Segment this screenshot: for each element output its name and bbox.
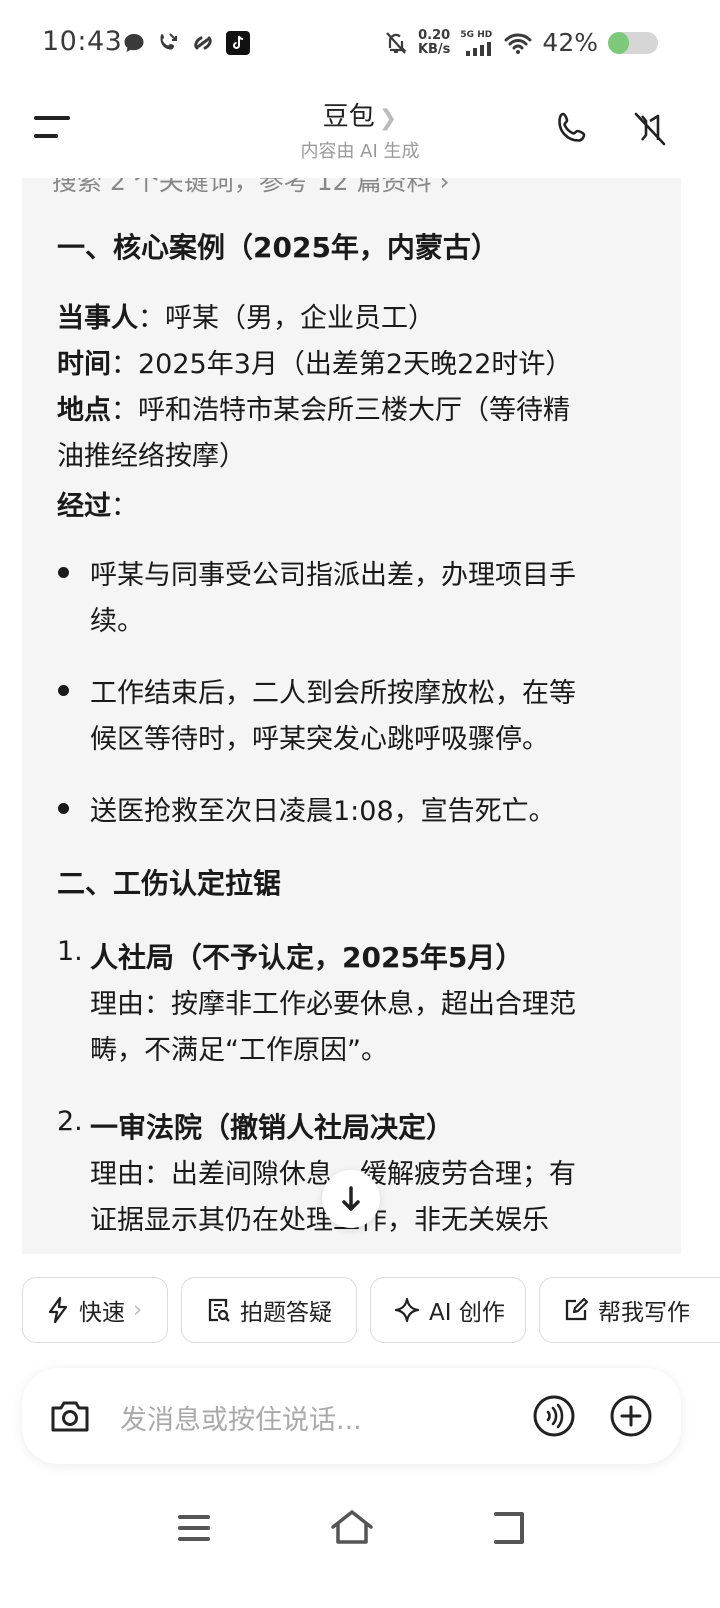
chat-header: 豆包 ❯ 内容由 AI 生成 [0, 88, 720, 178]
signal-icon [466, 41, 492, 56]
link-icon [194, 36, 212, 50]
tiktok-icon [226, 31, 250, 55]
back-icon[interactable] [488, 1510, 528, 1546]
battery-icon [608, 31, 658, 54]
item-reason-cont: 畴，不满足“工作原因”。 [90, 1035, 388, 1066]
edit-icon [565, 1297, 589, 1321]
bullet-icon [58, 803, 69, 814]
party-label: 当事人 [57, 303, 138, 334]
voice-call-icon[interactable] [532, 1394, 576, 1438]
title-text: 豆包 [322, 102, 375, 132]
camera-icon[interactable] [48, 1394, 92, 1438]
place-line-cont: 油推经络按摩） [57, 441, 246, 472]
bullet-icon [58, 567, 69, 578]
network-type: 5G HD [460, 29, 493, 40]
list-item: 送医抢救至次日凌晨1:08，宣告死亡。 [90, 796, 556, 827]
chip-label: 帮我写作 [598, 1300, 690, 1326]
chevron-right-icon: › [133, 1297, 143, 1323]
net-speed-value: 0.20 [418, 27, 451, 43]
party-line: 当事人：呼某（男，企业员工） [57, 296, 435, 335]
chip-photo-question[interactable]: 拍题答疑 [181, 1277, 357, 1343]
page-title: 豆包 ❯ [0, 96, 720, 133]
answer-card: 搜索 2 个关键词，参考 12 篇资料 › 一、核心案例（2025年，内蒙古） … [22, 178, 681, 1254]
chip-label: 拍题答疑 [240, 1300, 332, 1326]
photo-search-icon [208, 1298, 230, 1322]
message-input-bar: 发消息或按住说话... [22, 1368, 681, 1464]
mute-icon [386, 31, 407, 54]
time-line: 时间：2025年3月（出差第2天晚22时许） [57, 342, 572, 381]
party-value: ：呼某（男，企业员工） [138, 303, 435, 334]
process-line: 经过： [57, 484, 138, 523]
process-colon: ： [111, 491, 138, 522]
notification-icons [122, 31, 250, 55]
place-value: ：呼和浩特市某会所三楼大厅（等待精 [111, 395, 570, 426]
phone-icon[interactable] [552, 108, 592, 148]
list-item-cont: 候区等待时，呼某突发心跳呼吸骤停。 [90, 724, 549, 755]
list-item: 工作结束后，二人到会所按摩放松，在等 [90, 678, 576, 709]
wifi-icon [504, 33, 532, 54]
list-number: 1. [57, 936, 83, 967]
network-speed: 0.20 KB/s [417, 27, 451, 57]
search-summary[interactable]: 搜索 2 个关键词，参考 12 篇资料 › [52, 178, 449, 198]
item-title: 人社局（不予认定，2025年5月） [90, 941, 524, 974]
title-block[interactable]: 豆包 ❯ 内容由 AI 生成 [0, 96, 720, 163]
page-subtitle: 内容由 AI 生成 [300, 141, 420, 162]
system-icons: 0.20 KB/s 5G HD 42% [384, 28, 658, 57]
chip-fast[interactable]: 快速 › [22, 1277, 168, 1343]
lightning-icon [48, 1296, 68, 1324]
message-input[interactable]: 发消息或按住说话... [120, 1398, 362, 1437]
place-line: 地点：呼和浩特市某会所三楼大厅（等待精 [57, 388, 570, 427]
battery-fill [608, 31, 629, 54]
time-label: 时间 [57, 349, 111, 380]
status-time: 10:43 [42, 26, 123, 57]
net-speed-unit: KB/s [417, 41, 451, 57]
list-number: 2. [57, 1106, 83, 1137]
section-title: 二、工伤认定拉锯 [57, 867, 282, 900]
sparkle-icon [394, 1297, 420, 1323]
battery-percent: 42% [542, 28, 598, 57]
home-icon[interactable] [330, 1508, 374, 1546]
system-nav-bar [0, 1500, 720, 1608]
list-item: 呼某与同事受公司指派出差，办理项目手 [90, 560, 576, 591]
recent-apps-icon[interactable] [176, 1512, 212, 1544]
process-label: 经过 [57, 491, 111, 522]
chip-label: AI 创作 [429, 1300, 505, 1326]
message-icon [124, 34, 144, 52]
voice-off-icon[interactable] [630, 108, 670, 148]
chevron-right-icon: ❯ [378, 106, 398, 131]
item-reason-cont: 证据显示其仍在处理工作，非无关娱乐 [90, 1205, 549, 1236]
arrow-down-icon [342, 1186, 360, 1211]
scroll-down-button[interactable] [322, 1170, 380, 1228]
place-label: 地点 [57, 395, 111, 426]
bullet-icon [58, 685, 69, 696]
section-title: 一、核心案例（2025年，内蒙古） [57, 231, 499, 264]
quick-actions: 快速 › 拍题答疑 AI 创作 帮我写作 [0, 1277, 720, 1345]
chip-help-write[interactable]: 帮我写作 [539, 1277, 720, 1343]
missed-call-icon [160, 33, 177, 50]
item-reason: 理由：按摩非工作必要休息，超出合理范 [90, 989, 576, 1020]
add-icon[interactable] [609, 1394, 653, 1438]
list-item-cont: 续。 [90, 606, 144, 637]
status-bar: 10:43 0.20 KB/s 5G HD 42% [0, 0, 720, 88]
signal-indicator: 5G HD [460, 30, 494, 56]
chip-ai-create[interactable]: AI 创作 [370, 1277, 526, 1343]
time-value: ：2025年3月（出差第2天晚22时许） [111, 349, 573, 380]
chip-label: 快速 [79, 1300, 125, 1326]
item-title: 一审法院（撤销人社局决定） [90, 1111, 455, 1144]
